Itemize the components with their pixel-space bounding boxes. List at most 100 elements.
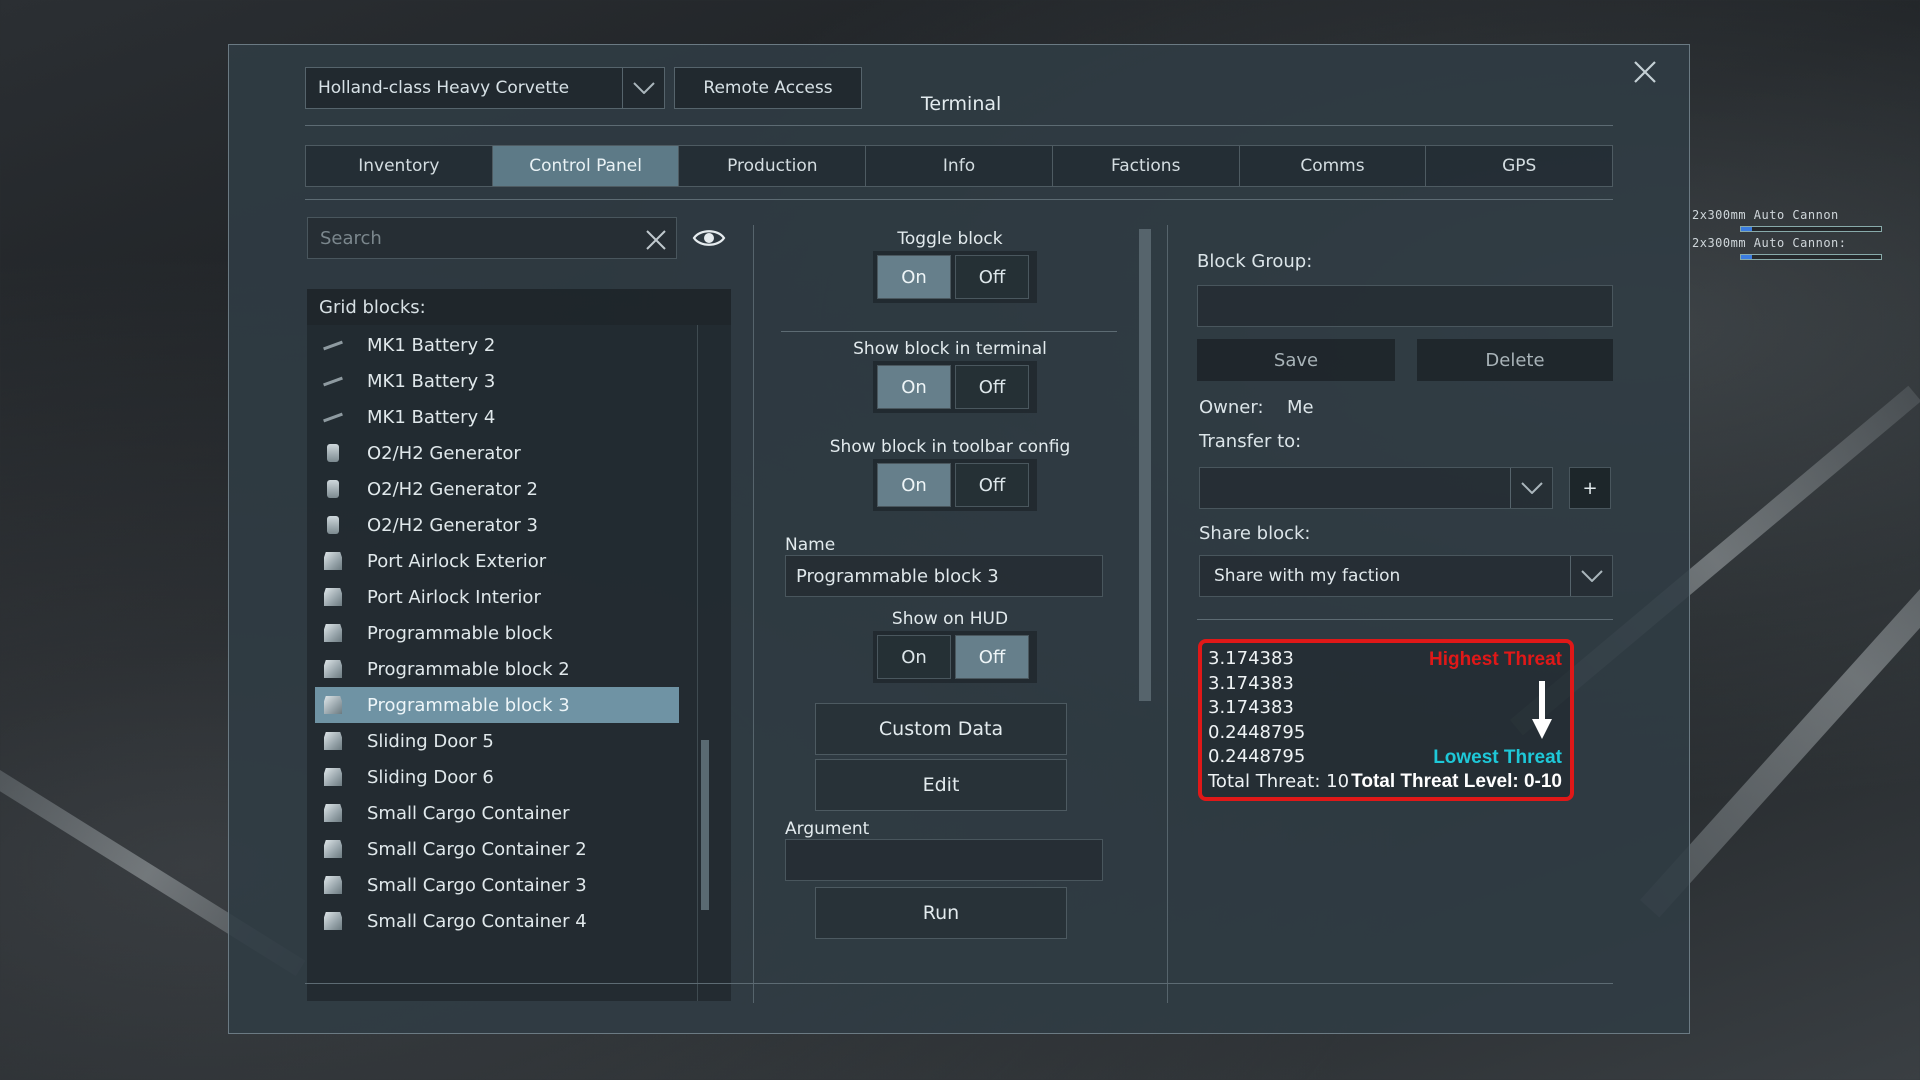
- search-input[interactable]: Search: [307, 217, 677, 259]
- block-icon: [321, 910, 345, 932]
- delete-button[interactable]: Delete: [1417, 339, 1613, 381]
- hud-weapon-line: 2x300mm Auto Cannon: [1692, 208, 1839, 222]
- threat-line: 3.174383: [1208, 648, 1294, 669]
- list-item[interactable]: Small Cargo Container: [315, 795, 679, 831]
- block-icon: [321, 622, 345, 644]
- list-item-label: Small Cargo Container 3: [367, 874, 587, 896]
- show-on-hud-switch: On Off: [873, 631, 1037, 683]
- hud-weapon-bar: [1740, 254, 1882, 260]
- show-in-terminal-off[interactable]: Off: [955, 365, 1029, 409]
- list-item-label: Sliding Door 5: [367, 730, 494, 752]
- tab-comms[interactable]: Comms: [1240, 146, 1427, 186]
- block-icon: [321, 694, 345, 716]
- block-icon: [321, 550, 345, 572]
- list-item[interactable]: O2/H2 Generator 3: [315, 507, 679, 543]
- list-item-label: Small Cargo Container: [367, 802, 570, 824]
- toggle-block-off[interactable]: Off: [955, 255, 1029, 299]
- remote-access-button[interactable]: Remote Access: [674, 67, 862, 109]
- list-item-label: O2/H2 Generator 3: [367, 514, 538, 536]
- chevron-down-icon: [1570, 556, 1612, 596]
- generator-icon: [321, 514, 345, 536]
- show-in-terminal-on[interactable]: On: [877, 365, 951, 409]
- list-item[interactable]: Small Cargo Container 2: [315, 831, 679, 867]
- list-item-selected[interactable]: Programmable block 3: [315, 687, 679, 723]
- edit-button[interactable]: Edit: [815, 759, 1067, 811]
- show-hidden-toggle[interactable]: [687, 217, 731, 259]
- list-item-label: MK1 Battery 2: [367, 334, 496, 356]
- threat-output-panel: 3.174383 3.174383 3.174383 0.2448795 0.2…: [1198, 639, 1574, 801]
- show-in-terminal-label: Show block in terminal: [853, 339, 1047, 359]
- list-item[interactable]: Small Cargo Container 3: [315, 867, 679, 903]
- show-on-hud-on[interactable]: On: [877, 635, 951, 679]
- chevron-down-icon: [1510, 468, 1552, 508]
- share-block-dropdown[interactable]: Share with my faction: [1199, 555, 1613, 597]
- show-in-toolbar-on[interactable]: On: [877, 463, 951, 507]
- tab-factions[interactable]: Factions: [1053, 146, 1240, 186]
- grid-selector-dropdown[interactable]: Holland-class Heavy Corvette: [305, 67, 665, 109]
- list-item[interactable]: MK1 Battery 3: [315, 363, 679, 399]
- list-item-label: MK1 Battery 4: [367, 406, 496, 428]
- name-label: Name: [785, 535, 836, 555]
- share-block-label: Share block:: [1199, 523, 1311, 544]
- grid-blocks-header: Grid blocks:: [307, 289, 731, 325]
- block-icon: [321, 838, 345, 860]
- list-item-label: O2/H2 Generator: [367, 442, 521, 464]
- threat-line: 3.174383: [1208, 697, 1294, 718]
- argument-label: Argument: [785, 819, 870, 839]
- owner-label: Owner:: [1199, 397, 1264, 418]
- name-field[interactable]: Programmable block 3: [785, 555, 1103, 597]
- save-button[interactable]: Save: [1197, 339, 1395, 381]
- list-item-label: Small Cargo Container 4: [367, 910, 587, 932]
- transfer-add-button[interactable]: +: [1569, 467, 1611, 509]
- list-item[interactable]: MK1 Battery 2: [315, 327, 679, 363]
- list-item-label: Programmable block 2: [367, 658, 570, 680]
- tab-gps[interactable]: GPS: [1426, 146, 1612, 186]
- show-on-hud-off[interactable]: Off: [955, 635, 1029, 679]
- block-icon: [321, 586, 345, 608]
- list-item[interactable]: Programmable block 2: [315, 651, 679, 687]
- share-block-value: Share with my faction: [1214, 566, 1401, 586]
- block-group-field[interactable]: [1197, 285, 1613, 327]
- section-divider: [1197, 619, 1613, 620]
- list-item-label: Programmable block 3: [367, 694, 570, 716]
- show-on-hud-label: Show on HUD: [891, 609, 1009, 629]
- custom-data-button[interactable]: Custom Data: [815, 703, 1067, 755]
- list-item[interactable]: Small Cargo Container 4: [315, 903, 679, 939]
- header-divider: [305, 125, 1613, 126]
- list-item[interactable]: Programmable block: [315, 615, 679, 651]
- show-in-toolbar-off[interactable]: Off: [955, 463, 1029, 507]
- panel-scrollbar[interactable]: [1139, 229, 1151, 701]
- tab-control-panel[interactable]: Control Panel: [492, 146, 680, 186]
- threat-line: 0.2448795: [1208, 746, 1306, 767]
- list-item[interactable]: O2/H2 Generator: [315, 435, 679, 471]
- section-divider: [781, 331, 1117, 332]
- tab-inventory[interactable]: Inventory: [306, 146, 493, 186]
- argument-field[interactable]: [785, 839, 1103, 881]
- footer-divider: [305, 983, 1613, 984]
- list-item-label: O2/H2 Generator 2: [367, 478, 538, 500]
- list-item[interactable]: Port Airlock Exterior: [315, 543, 679, 579]
- list-item[interactable]: Sliding Door 6: [315, 759, 679, 795]
- close-button[interactable]: [1629, 59, 1661, 91]
- list-item-label: Sliding Door 6: [367, 766, 494, 788]
- list-item[interactable]: O2/H2 Generator 2: [315, 471, 679, 507]
- grid-block-list: MK1 Battery 2 MK1 Battery 3 MK1 Battery …: [307, 325, 731, 1001]
- tab-bar: Inventory Control Panel Production Info …: [305, 145, 1613, 187]
- list-item[interactable]: Port Airlock Interior: [315, 579, 679, 615]
- block-icon: [321, 802, 345, 824]
- close-icon: [1634, 61, 1656, 83]
- run-button[interactable]: Run: [815, 887, 1067, 939]
- toggle-block-label: Toggle block: [897, 229, 1003, 249]
- column-divider: [753, 225, 754, 1003]
- tab-production[interactable]: Production: [679, 146, 867, 186]
- threat-values: 3.174383 3.174383 3.174383 0.2448795 0.2…: [1208, 647, 1349, 794]
- list-item[interactable]: MK1 Battery 4: [315, 399, 679, 435]
- toggle-block-on[interactable]: On: [877, 255, 951, 299]
- clear-search-icon[interactable]: [644, 222, 668, 259]
- list-scrollbar[interactable]: [701, 740, 709, 910]
- transfer-to-dropdown[interactable]: [1199, 467, 1553, 509]
- list-item-label: Programmable block: [367, 622, 553, 644]
- tab-info[interactable]: Info: [866, 146, 1053, 186]
- list-item-label: MK1 Battery 3: [367, 370, 496, 392]
- list-item[interactable]: Sliding Door 5: [315, 723, 679, 759]
